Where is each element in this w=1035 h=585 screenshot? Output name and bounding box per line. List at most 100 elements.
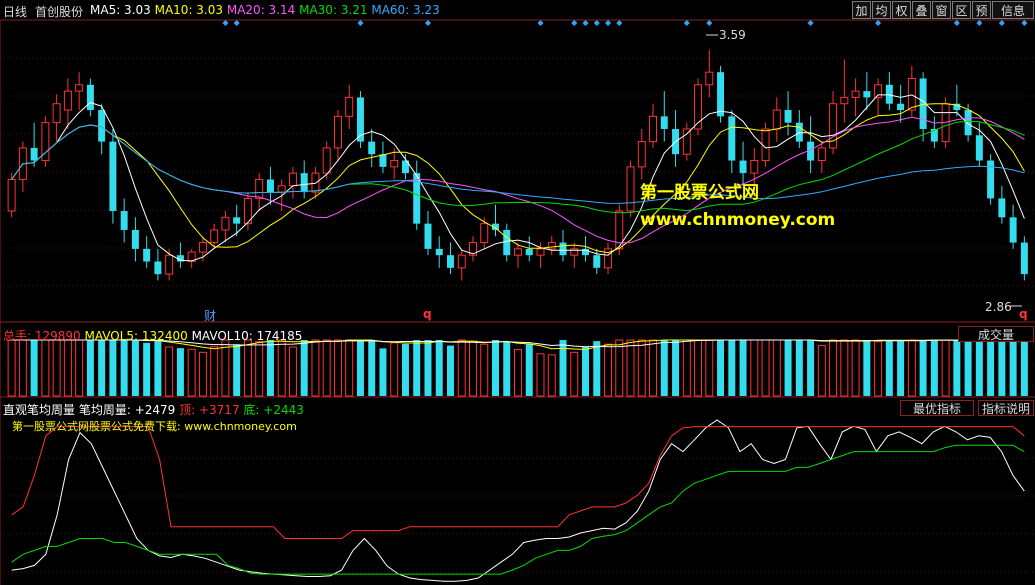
q-marker-1[interactable]: q bbox=[423, 307, 432, 321]
volume-bar bbox=[503, 341, 511, 396]
volume-bar bbox=[547, 354, 556, 397]
volume-bar bbox=[761, 339, 770, 397]
candle-body bbox=[660, 116, 668, 129]
volume-bar bbox=[705, 339, 714, 397]
indicator-value-label: 笔均周量: +2479 bbox=[78, 403, 176, 417]
volume-bar bbox=[525, 343, 533, 396]
candle-body bbox=[525, 248, 533, 256]
candle-body bbox=[165, 254, 174, 275]
candle-body bbox=[424, 223, 432, 249]
indicator-line-value bbox=[11, 419, 1025, 582]
candle-body bbox=[210, 229, 219, 244]
mavol10-label: MAVOL10: 174185 bbox=[191, 329, 303, 343]
volume-bar bbox=[649, 339, 658, 397]
volume-bar bbox=[964, 340, 972, 396]
indicator-line-bottom bbox=[11, 444, 1025, 575]
volume-bar bbox=[930, 340, 938, 396]
signal-diamond bbox=[953, 20, 960, 26]
volume-bar bbox=[941, 339, 950, 397]
volume-bar bbox=[637, 339, 646, 397]
volume-bar bbox=[187, 348, 196, 397]
signal-diamond bbox=[593, 20, 600, 26]
candle-body bbox=[345, 96, 354, 117]
indicator-bottom-label: 底: +2443 bbox=[243, 403, 304, 417]
volume-bar bbox=[480, 343, 489, 397]
candle-body bbox=[86, 84, 94, 111]
indicator-subtitle: 第一股票公式网股票公式免费下载: www.chnmoney.com bbox=[12, 420, 297, 433]
price-low-label: 2.86 bbox=[985, 300, 1012, 314]
volume-bar bbox=[311, 339, 320, 397]
volume-bar bbox=[570, 351, 579, 397]
candle-body bbox=[705, 71, 714, 86]
volume-bar bbox=[728, 340, 736, 396]
candle-body bbox=[435, 248, 443, 256]
candle-body bbox=[109, 141, 117, 212]
q-marker-2[interactable]: q bbox=[1019, 307, 1028, 321]
candle-body bbox=[368, 141, 376, 155]
best-indicator-button[interactable]: 最优指标 bbox=[900, 400, 974, 416]
volume-bar bbox=[863, 340, 871, 396]
volume-bar bbox=[457, 339, 466, 397]
volume-bar bbox=[975, 340, 983, 396]
signal-diamond bbox=[683, 20, 690, 26]
volume-bar bbox=[750, 339, 759, 397]
candle-body bbox=[457, 254, 466, 269]
volume-bar bbox=[582, 346, 590, 396]
volume-bar bbox=[7, 339, 16, 397]
volume-bar bbox=[266, 340, 274, 396]
volume-bar bbox=[143, 342, 151, 396]
volume-bar bbox=[368, 340, 376, 396]
candle-body bbox=[772, 109, 781, 130]
signal-diamond bbox=[807, 20, 814, 26]
volume-bar bbox=[660, 340, 668, 396]
volume-bar bbox=[277, 339, 286, 397]
signal-diamond bbox=[222, 20, 229, 26]
ma60-line bbox=[11, 124, 1025, 204]
candle-body bbox=[266, 179, 274, 193]
candle-body bbox=[221, 216, 230, 231]
volume-bar bbox=[840, 339, 849, 397]
candle-body bbox=[717, 72, 725, 117]
signal-diamond bbox=[875, 20, 882, 26]
volume-bar bbox=[897, 340, 905, 396]
candle-body bbox=[863, 91, 871, 98]
volume-bar bbox=[829, 339, 838, 397]
signal-diamond bbox=[571, 20, 578, 26]
volume-bar bbox=[98, 340, 106, 396]
volume-bar bbox=[626, 339, 635, 397]
candle-body bbox=[75, 84, 84, 92]
candle-body bbox=[390, 160, 399, 168]
signal-diamond bbox=[706, 20, 713, 26]
ma5-line bbox=[11, 94, 1025, 262]
candle-body bbox=[322, 147, 331, 174]
volume-bar bbox=[907, 339, 916, 397]
candle-body bbox=[1009, 217, 1017, 243]
signal-diamond bbox=[582, 20, 589, 26]
volume-bar bbox=[772, 339, 781, 397]
candle-body bbox=[559, 242, 567, 256]
candle-body bbox=[7, 178, 16, 212]
volume-bar bbox=[469, 340, 477, 397]
volume-bar bbox=[672, 340, 680, 396]
volume-bar bbox=[221, 339, 230, 397]
volume-bar bbox=[233, 344, 241, 396]
indicator-info-button[interactable]: 指标说明 bbox=[978, 400, 1034, 416]
signal-diamond bbox=[424, 20, 431, 26]
volume-bar bbox=[492, 340, 499, 396]
volume-bar bbox=[300, 340, 308, 396]
volume-button[interactable]: 成交量 bbox=[958, 326, 1034, 342]
candle-body bbox=[255, 178, 264, 199]
signal-diamond bbox=[605, 20, 612, 26]
candle-body bbox=[63, 90, 72, 111]
watermark-title: 第一股票公式网 bbox=[640, 183, 759, 203]
volume-bar bbox=[333, 339, 342, 397]
volume-bar bbox=[536, 353, 545, 397]
watermark-url: www.chnmoney.com bbox=[640, 210, 836, 230]
candle-body bbox=[198, 242, 207, 253]
candle-body bbox=[817, 147, 826, 162]
finance-marker[interactable]: 财 bbox=[204, 307, 216, 324]
volume-bar bbox=[784, 340, 792, 396]
candle-body bbox=[964, 110, 972, 136]
volume-bar bbox=[198, 351, 207, 397]
volume-bar bbox=[795, 340, 803, 396]
